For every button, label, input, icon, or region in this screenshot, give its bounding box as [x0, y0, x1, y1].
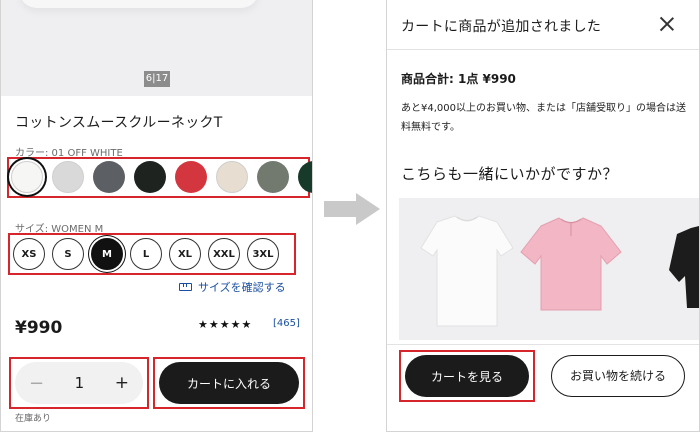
stock-status: 在庫あり — [15, 414, 52, 424]
recommend-title: こちらも一緒にいかがですか？ — [401, 165, 619, 183]
size-option-3xl[interactable]: 3XL — [247, 238, 279, 270]
modal-header: カートに商品が追加されました — [387, 0, 699, 50]
size-option-s[interactable]: S — [52, 238, 84, 270]
comparison-stage: 6|17 コットンスムースクルーネックT カラー: 01 OFF WHITE サ… — [0, 0, 700, 432]
color-swatch-dark-green[interactable] — [298, 161, 312, 193]
quantity-plus-button[interactable]: + — [115, 373, 129, 393]
review-count-link[interactable]: [465] — [273, 318, 300, 329]
color-swatch-light-gray[interactable] — [52, 161, 84, 193]
view-cart-button[interactable]: カートを見る — [405, 355, 529, 397]
size-guide-link-label: サイズを確認する — [198, 281, 286, 294]
flow-arrow-icon — [324, 193, 380, 225]
product-image-garment-edge — [19, 0, 259, 8]
size-option-l[interactable]: L — [130, 238, 162, 270]
recommend-item-white-tshirt — [420, 215, 514, 327]
modal-title: カートに商品が追加されました — [401, 19, 602, 35]
product-image[interactable]: 6|17 — [1, 0, 312, 96]
color-swatch-olive[interactable] — [257, 161, 289, 193]
cart-total: 商品合計: 1点 ¥990 — [401, 72, 516, 86]
size-option-xxl[interactable]: XXL — [208, 238, 240, 270]
add-to-cart-button[interactable]: カートに入れる — [159, 362, 299, 404]
product-price: ¥990 — [15, 318, 63, 338]
cart-added-modal: カートに商品が追加されました 商品合計: 1点 ¥990 あと¥4,000以上の… — [386, 0, 700, 432]
quantity-value[interactable]: 1 — [75, 374, 85, 392]
size-option-xs[interactable]: XS — [13, 238, 45, 270]
quantity-minus-button[interactable]: − — [29, 373, 44, 394]
quantity-stepper: − 1 + — [15, 362, 143, 404]
color-swatch-list — [11, 161, 312, 193]
color-swatch-gray[interactable] — [93, 161, 125, 193]
recommend-item-pink-tshirt — [520, 217, 622, 311]
product-name: コットンスムースクルーネックT — [15, 115, 223, 131]
rating-stars: ★★★★★ — [198, 318, 253, 331]
size-guide-link[interactable]: サイズを確認する — [179, 279, 286, 295]
modal-footer: カートを見る お買い物を続ける — [387, 344, 699, 431]
color-swatch-black[interactable] — [134, 161, 166, 193]
image-counter: 6|17 — [144, 71, 170, 87]
size-option-list: XS S M L XL XXL 3XL — [13, 238, 279, 270]
size-option-xl[interactable]: XL — [169, 238, 201, 270]
recommend-products-image — [420, 215, 699, 327]
recommend-item-black-tshirt — [669, 226, 699, 308]
ruler-icon — [179, 283, 192, 291]
shipping-note: あと¥4,000以上のお買い物、または「店舗受取り」の場合は送料無料です。 — [401, 103, 686, 133]
continue-shopping-button[interactable]: お買い物を続ける — [551, 355, 685, 397]
color-swatch-beige[interactable] — [216, 161, 248, 193]
recommend-carousel[interactable] — [399, 198, 699, 340]
product-page-screen: 6|17 コットンスムースクルーネックT カラー: 01 OFF WHITE サ… — [0, 0, 313, 432]
color-swatch-red[interactable] — [175, 161, 207, 193]
close-icon[interactable] — [659, 16, 675, 32]
color-swatch-off-white[interactable] — [11, 161, 43, 193]
size-option-m[interactable]: M — [91, 238, 123, 270]
